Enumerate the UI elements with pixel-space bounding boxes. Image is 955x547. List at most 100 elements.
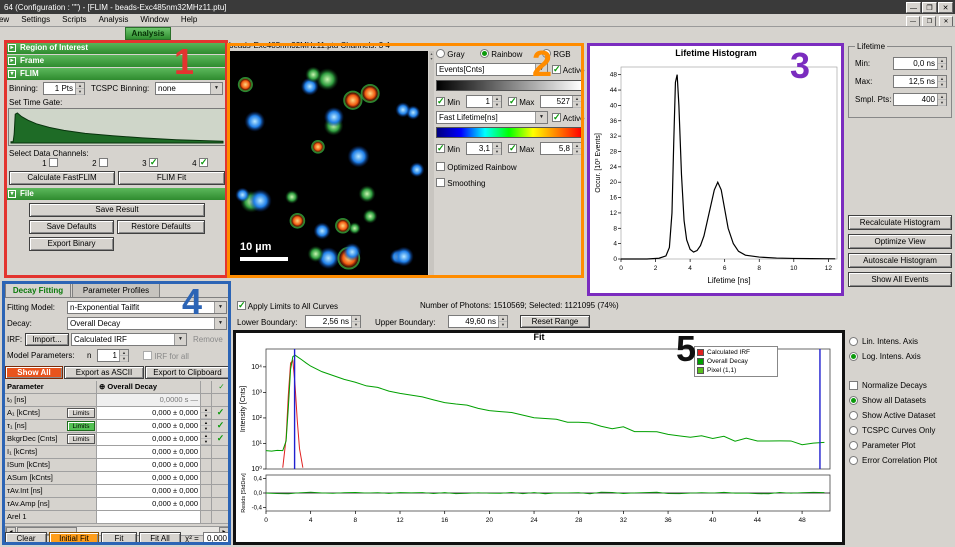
spinner-arrows[interactable]: ▲▼ xyxy=(498,316,507,327)
lifetime-active-option[interactable]: Active xyxy=(552,113,585,124)
mode-gray-option[interactable]: Gray xyxy=(436,49,465,60)
image-splitter[interactable]: ▴▾ xyxy=(429,51,434,277)
channel-3-checkbox[interactable] xyxy=(149,158,158,167)
radio-control[interactable] xyxy=(849,396,858,405)
tab-parameter-profiles[interactable]: Parameter Profiles xyxy=(72,283,160,297)
intensity-max-check[interactable]: Max xyxy=(508,97,534,108)
calculate-fastflim-button[interactable]: Calculate FastFLIM xyxy=(9,171,115,185)
rainbow-radio[interactable] xyxy=(480,49,489,58)
fit-button[interactable]: Fit xyxy=(101,532,137,545)
active-checkbox[interactable] xyxy=(552,65,561,74)
lifetime-max-check[interactable]: Max xyxy=(508,144,534,155)
lin-intens-axis-option[interactable]: Lin. Intens. Axis xyxy=(849,334,954,349)
tcspc-binning-dropdown[interactable]: none xyxy=(155,82,223,95)
collapse-icon[interactable]: ▸ xyxy=(8,57,16,65)
spinner-arrows[interactable]: ▲▼ xyxy=(119,350,128,361)
section-header-flim[interactable]: ▾FLIM xyxy=(6,68,226,80)
param-row-value[interactable]: 0,000 ± 0,000 xyxy=(97,472,201,485)
irf-import-button[interactable]: Import... xyxy=(25,333,69,346)
channel-4-option[interactable]: 4 xyxy=(192,158,208,169)
error-correlation-plot-option[interactable]: Error Correlation Plot xyxy=(849,453,954,468)
param-row-value[interactable]: 0,0000 s — xyxy=(97,394,201,407)
lifetime-min-check[interactable]: Min xyxy=(436,144,460,155)
menu-settings[interactable]: Settings xyxy=(15,14,56,25)
section-header-frame[interactable]: ▸Frame xyxy=(6,55,226,67)
spinner-arrows[interactable]: ▲▼ xyxy=(937,58,946,69)
param-row-value[interactable]: 0,000 ± 0,000 xyxy=(97,420,201,433)
param-row-value[interactable]: 0,000 ± 0,000 xyxy=(97,485,201,498)
expand-icon[interactable]: ▾ xyxy=(8,190,16,198)
apply-limits-option[interactable]: Apply Limits to All Curves xyxy=(237,301,338,312)
log-intens-axis-option[interactable]: Log. Intens. Axis xyxy=(849,349,954,364)
fit-all-button[interactable]: Fit All xyxy=(139,532,181,545)
spinner-arrows[interactable]: ▲▼ xyxy=(201,407,211,419)
tcspc-curves-only-option[interactable]: TCSPC Curves Only xyxy=(849,423,954,438)
spinner-arrows[interactable]: ▲▼ xyxy=(351,316,360,327)
normalize-decays-option[interactable]: Normalize Decays xyxy=(849,378,954,393)
save-result-button[interactable]: Save Result xyxy=(29,203,205,217)
show-all-datasets-option[interactable]: Show all Datasets xyxy=(849,393,954,408)
lifetime-max-field[interactable]: 12,5 ns▲▼ xyxy=(893,75,947,88)
spinner-arrows[interactable]: ▲▼ xyxy=(75,83,84,94)
lifetime-channel-dropdown[interactable]: Fast Lifetime[ns] xyxy=(436,111,548,124)
menu-window[interactable]: Window xyxy=(134,14,174,25)
lifetime-min-field[interactable]: 0,0 ns▲▼ xyxy=(893,57,947,70)
spinner-arrows[interactable]: ▲▼ xyxy=(572,143,581,154)
recalculate-histogram-button[interactable]: Recalculate Histogram xyxy=(848,215,952,230)
menu-help[interactable]: Help xyxy=(175,14,203,25)
spinner-arrows[interactable]: ▲▼ xyxy=(201,433,211,445)
param-row-spinner[interactable]: ▲▼ xyxy=(201,420,212,433)
menu-view[interactable]: View xyxy=(0,14,15,25)
spinner-arrows[interactable]: ▲▼ xyxy=(492,143,501,154)
reset-range-button[interactable]: Reset Range xyxy=(520,315,590,328)
mdi-close-icon[interactable]: ✕ xyxy=(939,16,953,27)
close-icon[interactable]: ✕ xyxy=(938,2,953,13)
optimized-rainbow-checkbox[interactable] xyxy=(436,162,445,171)
intensity-active-option[interactable]: Active xyxy=(552,65,585,76)
lifetime-max-spinner[interactable]: 5,8▲▼ xyxy=(540,142,582,155)
radio-control[interactable] xyxy=(849,456,858,465)
section-header-file[interactable]: ▾File xyxy=(6,188,226,200)
mdi-minimize-icon[interactable]: — xyxy=(906,16,920,27)
spinner-arrows[interactable]: ▲▼ xyxy=(492,96,501,107)
tab-analysis[interactable]: Analysis xyxy=(125,27,171,40)
spinner-arrows[interactable]: ▲▼ xyxy=(937,94,946,105)
fit-plot-panel[interactable]: Fit Calculated IRFOverall DecayPixel (1,… xyxy=(233,330,845,545)
tab-decay-fitting[interactable]: Decay Fitting xyxy=(5,283,71,297)
param-row-value[interactable]: 0,000 ± 0,000 xyxy=(97,433,201,446)
smoothing-checkbox[interactable] xyxy=(436,178,445,187)
sample-points-field[interactable]: 400▲▼ xyxy=(893,93,947,106)
lower-boundary-spinner[interactable]: 2,56 ns▲▼ xyxy=(305,315,361,328)
rgb-radio[interactable] xyxy=(542,49,551,58)
export-ascii-button[interactable]: Export as ASCII xyxy=(64,366,144,379)
param-row-value[interactable] xyxy=(97,511,201,524)
save-defaults-button[interactable]: Save Defaults xyxy=(29,220,114,234)
model-parameter-n-spinner[interactable]: 1▲▼ xyxy=(97,349,129,362)
initial-fit-button[interactable]: Initial Fit xyxy=(49,532,99,545)
binning-spinner[interactable]: 1 Pts▲▼ xyxy=(43,82,85,95)
radio-control[interactable] xyxy=(849,426,858,435)
limits-button[interactable]: Limits xyxy=(67,408,95,418)
limits-button[interactable]: Limits xyxy=(67,434,95,444)
flim-fit-button[interactable]: FLIM Fit xyxy=(118,171,225,185)
apply-limits-checkbox[interactable] xyxy=(237,301,246,310)
min-checkbox[interactable] xyxy=(436,144,445,153)
show-all-button[interactable]: Show All xyxy=(5,366,63,379)
channel-3-option[interactable]: 3 xyxy=(142,158,158,169)
radio-control[interactable] xyxy=(849,441,858,450)
irf-dropdown[interactable]: Calculated IRF xyxy=(71,333,187,346)
radio-control[interactable] xyxy=(849,411,858,420)
channel-1-option[interactable]: 1 xyxy=(42,158,58,169)
clear-button[interactable]: Clear xyxy=(5,532,47,545)
section-header-region-of-interest[interactable]: ▸Region of Interest xyxy=(6,42,226,54)
expand-icon[interactable]: ▾ xyxy=(8,70,16,78)
fitting-model-dropdown[interactable]: n-Exponential Tailfit xyxy=(67,301,227,314)
autoscale-histogram-button[interactable]: Autoscale Histogram xyxy=(848,253,952,268)
column-header-overall-decay[interactable]: ⊕ Overall Decay xyxy=(97,381,201,394)
restore-defaults-button[interactable]: Restore Defaults xyxy=(117,220,205,234)
upper-boundary-spinner[interactable]: 49,60 ns▲▼ xyxy=(448,315,508,328)
export-binary-button[interactable]: Export Binary xyxy=(29,237,114,251)
param-row-spinner[interactable]: ▲▼ xyxy=(201,433,212,446)
param-row-value[interactable]: 0,000 ± 0,000 xyxy=(97,498,201,511)
intensity-channel-dropdown[interactable]: Events[Cnts] xyxy=(436,63,548,76)
